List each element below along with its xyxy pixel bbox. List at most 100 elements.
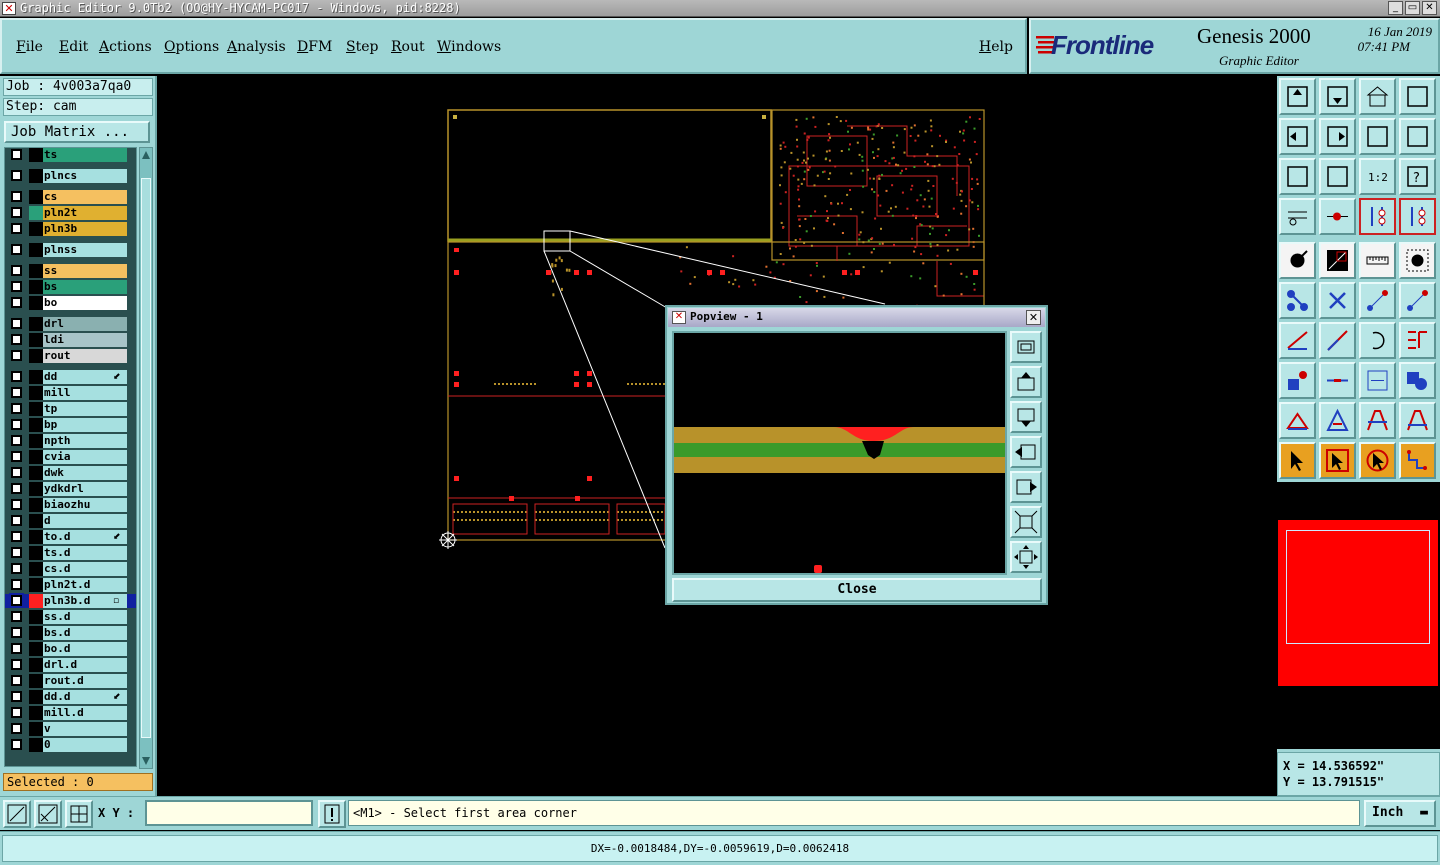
layer-name[interactable]: pln2t.d (43, 578, 127, 592)
layer-checkbox[interactable] (11, 244, 22, 255)
layer-row[interactable]: npth (5, 434, 136, 448)
layer-row[interactable]: ss (5, 264, 136, 278)
layer-name[interactable]: ydkdrl (43, 482, 127, 496)
measure-box-button[interactable] (1359, 362, 1396, 399)
popview-pan-up-button[interactable] (1010, 366, 1042, 398)
layer-checkbox[interactable] (11, 403, 22, 414)
pointer-button[interactable] (1279, 442, 1316, 479)
popview-titlebar[interactable]: ✕ Popview - 1 ✕ (668, 308, 1045, 327)
overview-map[interactable] (1278, 520, 1438, 686)
layer-row[interactable]: mill (5, 386, 136, 400)
layer-name[interactable]: rout (43, 349, 127, 363)
layer-scrollbar[interactable] (139, 147, 153, 769)
layer-row[interactable]: v (5, 722, 136, 736)
xy-input[interactable] (145, 800, 313, 826)
layer-name[interactable]: cvia (43, 450, 127, 464)
layer-color-swatch[interactable] (29, 578, 43, 592)
cross-button[interactable] (1319, 282, 1356, 319)
layer-row[interactable]: cs (5, 190, 136, 204)
layer-row[interactable]: dwk (5, 466, 136, 480)
layer-row[interactable]: bs.d (5, 626, 136, 640)
layer-row[interactable]: tp (5, 402, 136, 416)
menu-help[interactable]: Help (979, 39, 1013, 55)
layer-row[interactable]: ydkdrl (5, 482, 136, 496)
layer-checkbox[interactable] (11, 515, 22, 526)
layer-color-swatch[interactable] (29, 280, 43, 294)
layer-checkbox[interactable] (11, 547, 22, 558)
unit-selector[interactable]: Inch ▬ (1364, 800, 1436, 827)
layer-name[interactable]: mill.d (43, 706, 127, 720)
layer-name[interactable]: pln3b (43, 222, 127, 236)
layer-name[interactable]: npth (43, 434, 127, 448)
layer-name[interactable]: tp (43, 402, 127, 416)
layer-checkbox[interactable] (11, 281, 22, 292)
layer-name[interactable]: plncs (43, 169, 127, 183)
layer-color-swatch[interactable] (29, 450, 43, 464)
layer-name[interactable]: 0 (43, 738, 127, 752)
layer-color-swatch[interactable] (29, 514, 43, 528)
layer-row[interactable]: 0 (5, 738, 136, 752)
layer-row[interactable]: drl.d (5, 658, 136, 672)
layer-color-swatch[interactable] (29, 690, 43, 704)
layer-checkbox[interactable] (11, 297, 22, 308)
menu-options[interactable]: Options (164, 39, 219, 55)
layer-checkbox[interactable] (11, 223, 22, 234)
window-left-button[interactable] (1279, 118, 1316, 155)
layer-color-swatch[interactable] (29, 148, 43, 162)
layer-color-swatch[interactable] (29, 169, 43, 183)
layer-name[interactable]: ts.d (43, 546, 127, 560)
job-matrix-button[interactable]: Job Matrix ... (4, 121, 150, 143)
window-right-button[interactable] (1319, 118, 1356, 155)
arch-button[interactable] (1359, 402, 1396, 439)
layer-color-swatch[interactable] (29, 296, 43, 310)
layer-name[interactable]: bs (43, 280, 127, 294)
layer-name[interactable]: pln2t (43, 206, 127, 220)
menu-analysis[interactable]: Analysis (227, 39, 286, 55)
layer-checkbox[interactable] (11, 691, 22, 702)
node-graph-button[interactable] (1279, 282, 1316, 319)
layer-color-swatch[interactable] (29, 658, 43, 672)
layer-row[interactable]: pln3b.d ▫ (5, 593, 136, 608)
dot-select-button[interactable] (1399, 242, 1436, 279)
popview-close-icon[interactable]: ✕ (1026, 310, 1041, 325)
layer-row[interactable]: drl (5, 317, 136, 331)
layer-checkbox[interactable] (9, 593, 24, 608)
popview-pan-left-button[interactable] (1010, 436, 1042, 468)
popview-zoom-out-button[interactable] (1010, 506, 1042, 538)
alert-button[interactable] (318, 800, 346, 828)
layer-checkbox[interactable] (11, 265, 22, 276)
layer-checkbox[interactable] (11, 611, 22, 622)
layer-row[interactable]: ldi (5, 333, 136, 347)
layer-color-swatch[interactable] (29, 333, 43, 347)
popview-pan-right-button[interactable] (1010, 471, 1042, 503)
zoom-fit-button[interactable] (1279, 158, 1316, 195)
layer-checkbox[interactable] (11, 739, 22, 750)
layer-name[interactable]: rout.d (43, 674, 127, 688)
layer-name[interactable]: bs.d (43, 626, 127, 640)
layer-name[interactable]: bo (43, 296, 127, 310)
layer-color-swatch[interactable] (29, 562, 43, 576)
layer-name[interactable]: ss (43, 264, 127, 278)
layer-color-swatch[interactable] (29, 530, 43, 544)
layer-color-swatch[interactable] (29, 594, 43, 608)
layer-color-swatch[interactable] (29, 222, 43, 236)
layer-color-swatch[interactable] (29, 482, 43, 496)
layer-row[interactable]: dd ⬋ (5, 370, 136, 384)
route-button[interactable] (1399, 442, 1436, 479)
popview-close-button[interactable]: Close (672, 578, 1042, 602)
layer-row[interactable]: rout (5, 349, 136, 363)
layer-checkbox[interactable] (11, 334, 22, 345)
layer-name[interactable]: plnss (43, 243, 127, 257)
layer-checkbox[interactable] (11, 675, 22, 686)
layer-checkbox[interactable] (11, 499, 22, 510)
triangle-button[interactable] (1279, 402, 1316, 439)
layer-checkbox[interactable] (11, 579, 22, 590)
probe-button[interactable] (1319, 198, 1356, 235)
layer-color-swatch[interactable] (29, 434, 43, 448)
ruler-button[interactable] (1359, 242, 1396, 279)
layer-color-swatch[interactable] (29, 190, 43, 204)
popview-pan-down-button[interactable] (1010, 401, 1042, 433)
layer-checkbox[interactable] (11, 170, 22, 181)
triangle-fill-button[interactable] (1319, 402, 1356, 439)
feature-select-alt-button[interactable] (1399, 198, 1436, 235)
